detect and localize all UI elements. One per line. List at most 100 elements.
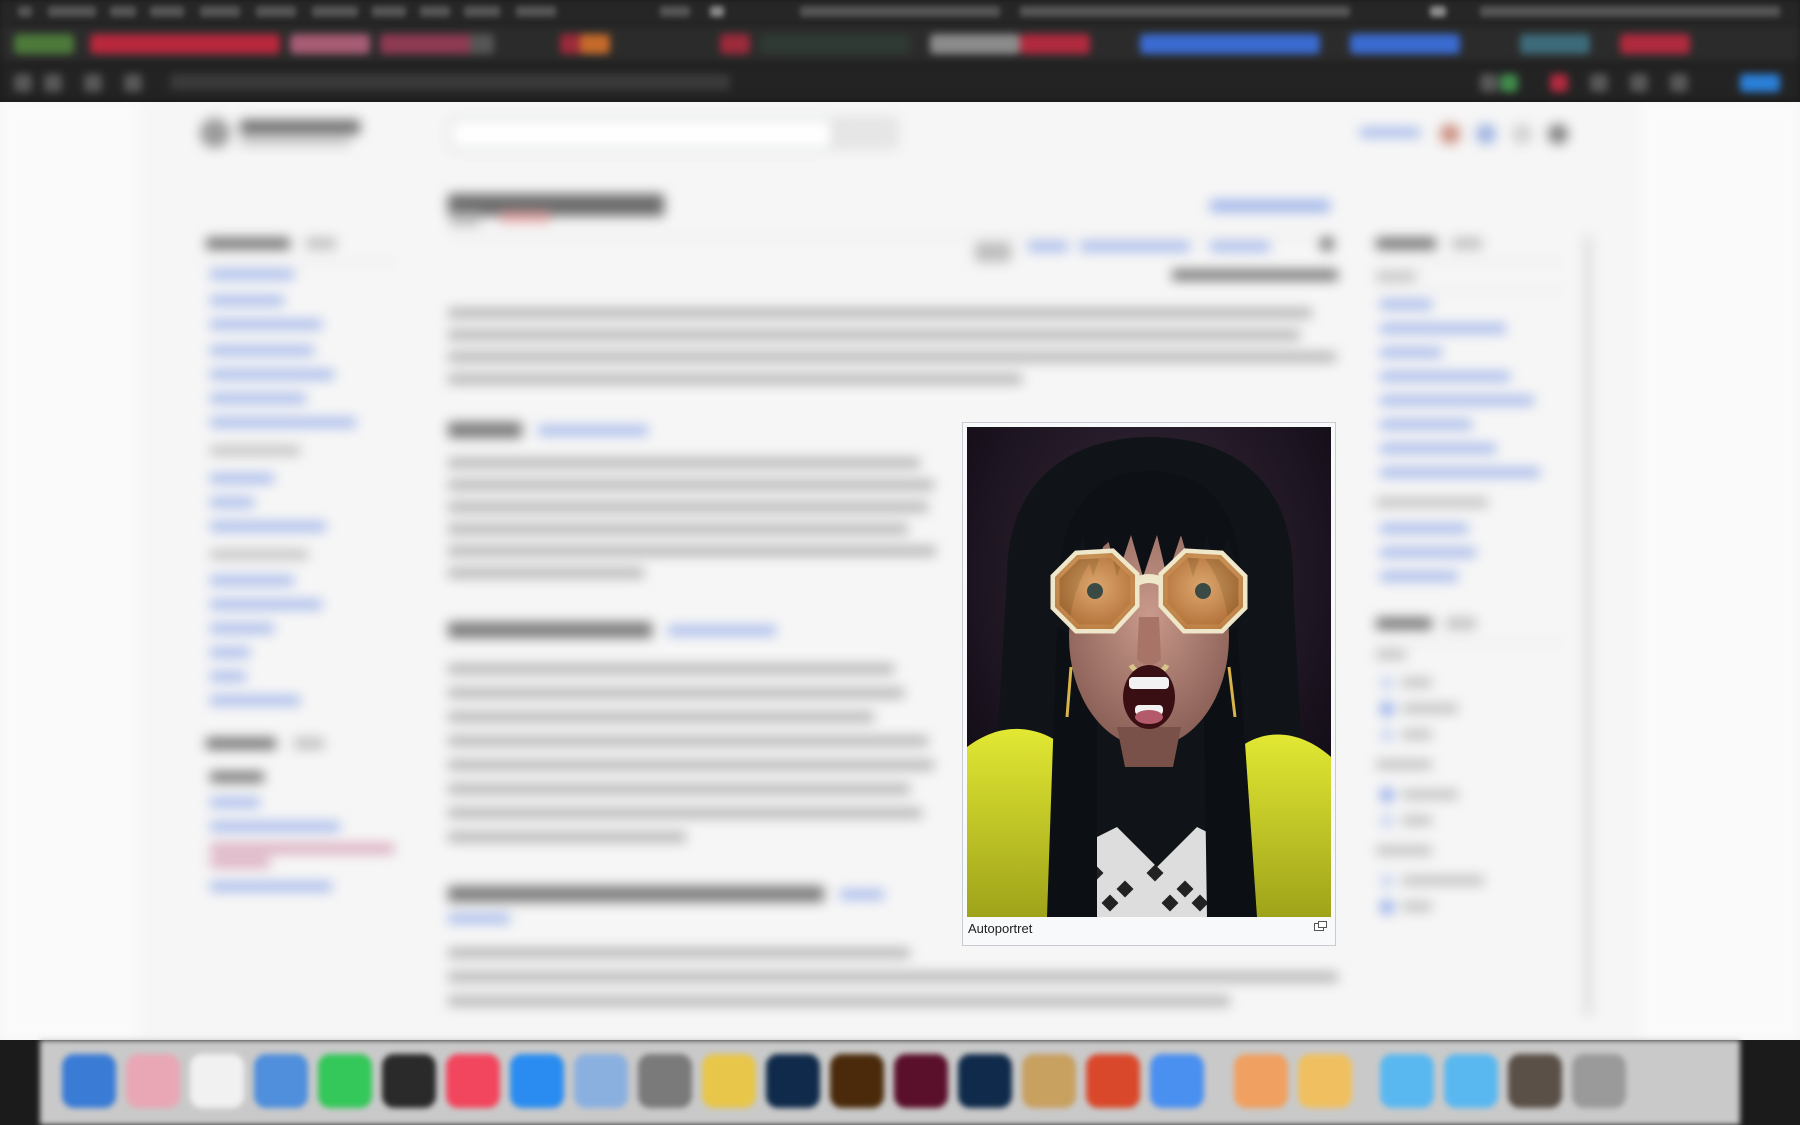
menu-item[interactable] [256,6,296,17]
tab-read[interactable] [975,242,1011,262]
tab-article[interactable] [450,212,480,226]
sidebar-link[interactable] [210,370,334,379]
personal-menu-icon[interactable] [1548,124,1568,144]
sidebar-link[interactable] [210,394,306,403]
radio-large[interactable] [1380,728,1394,742]
calculator-icon[interactable] [638,1054,692,1108]
menu-item[interactable] [200,6,240,17]
search-input[interactable] [450,118,834,150]
toolbar-button[interactable] [930,34,1020,54]
toc-hide-button[interactable] [1452,238,1482,249]
menu-item[interactable] [464,6,500,17]
toc-item[interactable] [1380,372,1510,381]
edit-section-link[interactable] [668,626,776,635]
toolbar-button[interactable] [1520,34,1590,54]
messages-icon[interactable] [318,1054,372,1108]
status-icon[interactable] [710,6,724,17]
site-wordmark[interactable] [240,120,360,134]
app-store-icon[interactable] [510,1054,564,1108]
sidebar-hide-button[interactable] [306,238,336,249]
extension-icon[interactable] [1630,74,1648,92]
appearance-hide-button[interactable] [1446,618,1476,629]
indesign-icon[interactable] [894,1054,948,1108]
toolbar-button[interactable] [720,34,750,54]
extension-icon[interactable] [1590,74,1608,92]
sidebar-link-visited[interactable] [210,844,394,853]
image-thumbnail[interactable]: Autoportret [962,422,1336,946]
profile-button[interactable] [1740,74,1780,92]
languages-button[interactable] [1210,200,1330,212]
address-bar[interactable] [170,74,730,90]
status-icon[interactable] [1430,6,1446,17]
toc-item[interactable] [1380,396,1534,405]
radio-width-wide[interactable] [1380,814,1394,828]
pages-icon[interactable] [1298,1054,1352,1108]
finder-icon[interactable] [62,1054,116,1108]
calendar-icon[interactable] [190,1054,244,1108]
toc-item[interactable] [1380,348,1442,357]
extension-icon[interactable] [1550,74,1568,92]
tab-edit-source[interactable] [1080,242,1190,251]
donate-link[interactable] [1360,128,1420,137]
clock-area[interactable] [1480,6,1780,17]
self-portrait-photo[interactable] [967,427,1331,917]
toolbar-button[interactable] [290,34,370,54]
sidebar-icon[interactable] [84,74,102,92]
menu-item[interactable] [516,6,556,17]
edit-section-link[interactable] [448,914,510,923]
sidebar-link[interactable] [210,522,326,531]
site-logo-icon[interactable] [200,118,230,148]
sidebar-link[interactable] [210,798,260,807]
sidebar-link-visited[interactable] [210,858,270,867]
notifications-icon[interactable] [1476,124,1496,144]
sidebar-link[interactable] [210,346,314,355]
sidebar-link[interactable] [210,648,250,657]
menu-item[interactable] [110,6,136,17]
sidebar-hide-button[interactable] [294,738,324,749]
forward-icon[interactable] [44,74,62,92]
watchlist-icon[interactable] [1512,124,1532,144]
sidebar-link[interactable] [210,474,274,483]
menu-item[interactable] [372,6,406,17]
sidebar-link[interactable] [210,822,340,831]
status-icons[interactable] [800,6,1000,17]
back-icon[interactable] [14,74,32,92]
photos-icon[interactable] [126,1054,180,1108]
toolbar-button[interactable] [470,34,494,54]
toc-item[interactable] [1380,420,1472,429]
illustrator-icon[interactable] [830,1054,884,1108]
radio-color-light[interactable] [1380,900,1394,914]
sidebar-link[interactable] [210,320,322,329]
sidebar-link[interactable] [210,882,332,891]
sidebar-link[interactable] [210,696,300,705]
sidebar-link[interactable] [210,498,254,507]
menu-item[interactable] [150,6,184,17]
status-icon[interactable] [660,6,690,17]
sidebar-link[interactable] [210,418,356,427]
menu-item[interactable] [420,6,450,17]
sidebar-link[interactable] [210,270,294,279]
magnify-clip-icon[interactable] [1313,921,1327,933]
toolbar-button-group[interactable] [1140,34,1320,54]
tab-talk[interactable] [500,212,550,222]
music-icon[interactable] [446,1054,500,1108]
safari-icon[interactable] [1150,1054,1204,1108]
terminal-icon[interactable] [382,1054,436,1108]
preview-icon[interactable] [574,1054,628,1108]
radio-width-standard[interactable] [1380,788,1394,802]
tools-icon[interactable] [1320,237,1334,251]
toc-item[interactable] [1380,572,1458,581]
extension-icon[interactable] [1480,74,1498,92]
radio-color-auto[interactable] [1380,874,1394,888]
status-icons[interactable] [1020,6,1350,17]
lightroom-icon[interactable] [958,1054,1012,1108]
sidebar-link[interactable] [210,600,322,609]
apple-menu-icon[interactable] [18,6,32,17]
mail-icon[interactable] [254,1054,308,1108]
user-icon[interactable] [1440,124,1460,144]
toolbar-button[interactable] [14,34,74,54]
photoshop-icon[interactable] [766,1054,820,1108]
toc-item[interactable] [1380,444,1496,453]
toolbar-button[interactable] [1620,34,1690,54]
toolbar-button[interactable] [1350,34,1460,54]
